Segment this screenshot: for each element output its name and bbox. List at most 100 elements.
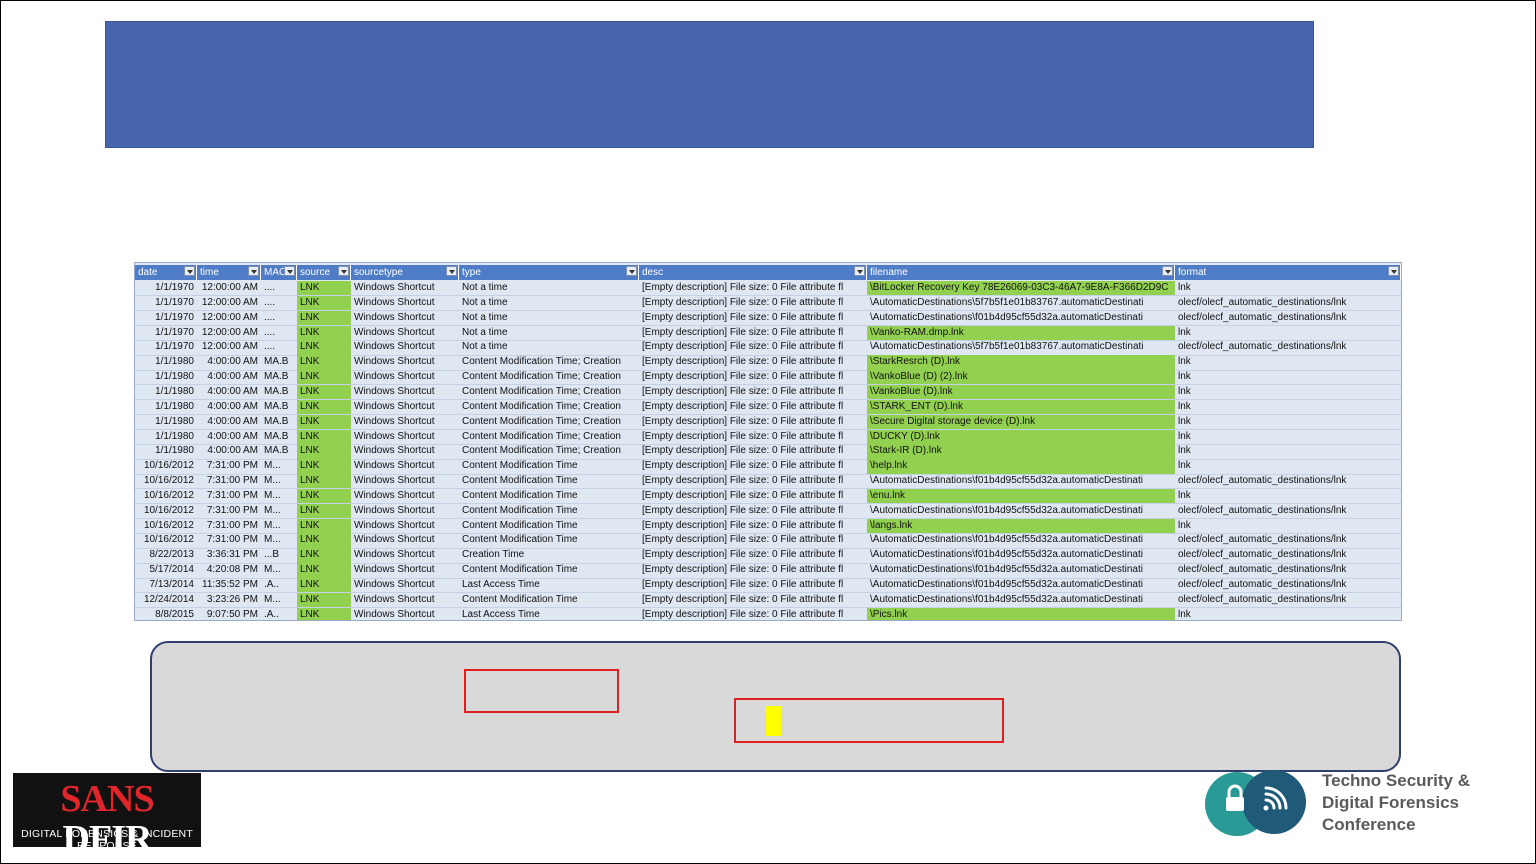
cell-type[interactable]: Not a time bbox=[459, 326, 639, 341]
cell-time[interactable]: 7:31:00 PM bbox=[197, 533, 261, 548]
cell-mac[interactable]: MA.B bbox=[261, 355, 297, 370]
cell-time[interactable]: 11:35:52 PM bbox=[197, 578, 261, 593]
filter-dropdown-icon[interactable] bbox=[338, 266, 349, 276]
cell-sourcetype[interactable]: Windows Shortcut bbox=[351, 281, 459, 296]
cell-sourcetype[interactable]: Windows Shortcut bbox=[351, 370, 459, 385]
cell-filename[interactable]: \AutomaticDestinations\f01b4d95cf55d32a.… bbox=[867, 311, 1175, 326]
cell-filename[interactable]: \StarkResrch (D).lnk bbox=[867, 355, 1175, 371]
cell-mac[interactable]: M... bbox=[261, 563, 297, 578]
cell-sourcetype[interactable]: Windows Shortcut bbox=[351, 474, 459, 489]
cell-filename[interactable]: \AutomaticDestinations\5f7b5f1e01b83767.… bbox=[867, 296, 1175, 311]
cell-desc[interactable]: [Empty description] File size: 0 File at… bbox=[639, 355, 867, 370]
cell-time[interactable]: 12:00:00 AM bbox=[197, 281, 261, 296]
cell-source[interactable]: LNK bbox=[297, 281, 351, 296]
cell-type[interactable]: Not a time bbox=[459, 311, 639, 326]
cell-date[interactable]: 1/1/1970 bbox=[135, 311, 197, 326]
cell-mac[interactable]: .A.. bbox=[261, 578, 297, 593]
cell-source[interactable]: LNK bbox=[297, 355, 351, 371]
cell-sourcetype[interactable]: Windows Shortcut bbox=[351, 459, 459, 474]
cell-filename[interactable]: \BitLocker Recovery Key 78E26069-03C3-46… bbox=[867, 281, 1175, 296]
cell-time[interactable]: 12:00:00 AM bbox=[197, 340, 261, 355]
cell-date[interactable]: 12/24/2014 bbox=[135, 593, 197, 608]
cell-filename[interactable]: \enu.lnk bbox=[867, 488, 1175, 504]
cell-sourcetype[interactable]: Windows Shortcut bbox=[351, 400, 459, 415]
cell-sourcetype[interactable]: Windows Shortcut bbox=[351, 444, 459, 459]
cell-source[interactable]: LNK bbox=[297, 488, 351, 504]
cell-format[interactable]: lnk bbox=[1175, 326, 1401, 341]
column-header-format[interactable]: format bbox=[1175, 265, 1401, 280]
cell-date[interactable]: 1/1/1970 bbox=[135, 340, 197, 355]
cell-filename[interactable]: \AutomaticDestinations\f01b4d95cf55d32a.… bbox=[867, 533, 1175, 548]
cell-time[interactable]: 4:00:00 AM bbox=[197, 400, 261, 415]
cell-sourcetype[interactable]: Windows Shortcut bbox=[351, 430, 459, 445]
filter-dropdown-icon[interactable] bbox=[854, 266, 865, 276]
cell-time[interactable]: 3:23:26 PM bbox=[197, 593, 261, 608]
cell-time[interactable]: 4:20:08 PM bbox=[197, 563, 261, 578]
cell-mac[interactable]: M... bbox=[261, 519, 297, 534]
cell-format[interactable]: olecf/olecf_automatic_destinations/lnk bbox=[1175, 548, 1401, 563]
cell-format[interactable]: olecf/olecf_automatic_destinations/lnk bbox=[1175, 311, 1401, 326]
cell-time[interactable]: 7:31:00 PM bbox=[197, 459, 261, 474]
cell-mac[interactable]: .... bbox=[261, 296, 297, 311]
cell-date[interactable]: 10/16/2012 bbox=[135, 519, 197, 534]
cell-desc[interactable]: [Empty description] File size: 0 File at… bbox=[639, 608, 867, 620]
cell-desc[interactable]: [Empty description] File size: 0 File at… bbox=[639, 444, 867, 459]
cell-type[interactable]: Content Modification Time bbox=[459, 519, 639, 534]
column-header-type[interactable]: type bbox=[459, 265, 639, 280]
cell-desc[interactable]: [Empty description] File size: 0 File at… bbox=[639, 548, 867, 563]
cell-time[interactable]: 4:00:00 AM bbox=[197, 385, 261, 400]
cell-time[interactable]: 7:31:00 PM bbox=[197, 504, 261, 519]
cell-source[interactable]: LNK bbox=[297, 607, 351, 620]
cell-mac[interactable]: MA.B bbox=[261, 385, 297, 400]
cell-mac[interactable]: M... bbox=[261, 533, 297, 548]
cell-source[interactable]: LNK bbox=[297, 370, 351, 385]
cell-source[interactable]: LNK bbox=[297, 295, 351, 311]
cell-desc[interactable]: [Empty description] File size: 0 File at… bbox=[639, 311, 867, 326]
cell-filename[interactable]: \VankoBlue (D).lnk bbox=[867, 384, 1175, 400]
cell-source[interactable]: LNK bbox=[297, 533, 351, 549]
cell-mac[interactable]: M... bbox=[261, 489, 297, 504]
cell-format[interactable]: olecf/olecf_automatic_destinations/lnk bbox=[1175, 296, 1401, 311]
cell-desc[interactable]: [Empty description] File size: 0 File at… bbox=[639, 296, 867, 311]
cell-desc[interactable]: [Empty description] File size: 0 File at… bbox=[639, 593, 867, 608]
cell-sourcetype[interactable]: Windows Shortcut bbox=[351, 340, 459, 355]
cell-sourcetype[interactable]: Windows Shortcut bbox=[351, 519, 459, 534]
cell-type[interactable]: Content Modification Time; Creation bbox=[459, 355, 639, 370]
cell-mac[interactable]: .... bbox=[261, 311, 297, 326]
cell-date[interactable]: 8/22/2013 bbox=[135, 548, 197, 563]
cell-type[interactable]: Content Modification Time; Creation bbox=[459, 444, 639, 459]
cell-format[interactable]: olecf/olecf_automatic_destinations/lnk bbox=[1175, 340, 1401, 355]
cell-filename[interactable]: \Stark-IR (D).lnk bbox=[867, 444, 1175, 460]
cell-desc[interactable]: [Empty description] File size: 0 File at… bbox=[639, 385, 867, 400]
cell-format[interactable]: lnk bbox=[1175, 355, 1401, 370]
cell-desc[interactable]: [Empty description] File size: 0 File at… bbox=[639, 474, 867, 489]
table-row[interactable]: 8/22/2013 3:36:31 PM ...B LNK Windows Shortc… bbox=[135, 548, 1401, 564]
cell-desc[interactable]: [Empty description] File size: 0 File at… bbox=[639, 489, 867, 504]
cell-sourcetype[interactable]: Windows Shortcut bbox=[351, 415, 459, 430]
cell-filename[interactable]: \Secure Digital storage device (D).lnk bbox=[867, 414, 1175, 430]
cell-type[interactable]: Content Modification Time bbox=[459, 459, 639, 474]
cell-format[interactable]: olecf/olecf_automatic_destinations/lnk bbox=[1175, 533, 1401, 548]
cell-mac[interactable]: MA.B bbox=[261, 444, 297, 459]
table-row[interactable]: 1/1/1980 4:00:00 AM MA.B LNK Windows Shortcu… bbox=[135, 399, 1401, 415]
cell-type[interactable]: Last Access Time bbox=[459, 608, 639, 620]
column-header-desc[interactable]: desc bbox=[639, 265, 867, 280]
filter-dropdown-icon[interactable] bbox=[248, 266, 259, 276]
filter-dropdown-icon[interactable] bbox=[626, 266, 637, 276]
cell-format[interactable]: lnk bbox=[1175, 400, 1401, 415]
cell-type[interactable]: Content Modification Time bbox=[459, 563, 639, 578]
cell-filename[interactable]: \AutomaticDestinations\f01b4d95cf55d32a.… bbox=[867, 593, 1175, 608]
cell-mac[interactable]: MA.B bbox=[261, 400, 297, 415]
cell-date[interactable]: 1/1/1970 bbox=[135, 281, 197, 296]
cell-mac[interactable]: .A.. bbox=[261, 608, 297, 620]
cell-mac[interactable]: MA.B bbox=[261, 415, 297, 430]
cell-date[interactable]: 8/8/2015 bbox=[135, 608, 197, 620]
cell-sourcetype[interactable]: Windows Shortcut bbox=[351, 385, 459, 400]
cell-source[interactable]: LNK bbox=[297, 459, 351, 474]
cell-format[interactable]: lnk bbox=[1175, 608, 1401, 620]
cell-filename[interactable]: \help.lnk bbox=[867, 459, 1175, 474]
cell-filename[interactable]: \STARK_ENT (D).lnk bbox=[867, 399, 1175, 415]
cell-filename[interactable]: \AutomaticDestinations\f01b4d95cf55d32a.… bbox=[867, 548, 1175, 563]
cell-mac[interactable]: .... bbox=[261, 326, 297, 341]
cell-type[interactable]: Content Modification Time bbox=[459, 593, 639, 608]
